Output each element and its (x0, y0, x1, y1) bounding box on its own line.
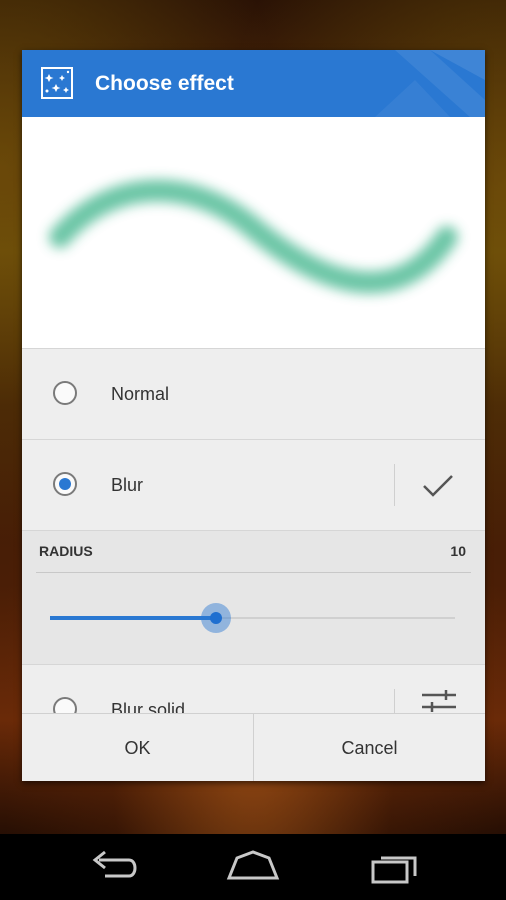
radius-slider[interactable] (50, 603, 455, 633)
effect-label-normal: Normal (111, 384, 170, 404)
effect-preview (22, 117, 485, 348)
effect-row-normal[interactable]: Normal (22, 348, 485, 439)
radius-separator (36, 572, 471, 573)
radio-normal[interactable] (53, 381, 77, 405)
dialog-header: Choose effect (22, 50, 485, 117)
slider-thumb-core (210, 612, 222, 624)
effect-row-blur[interactable]: Blur (22, 439, 485, 530)
dialog-title: Choose effect (95, 72, 234, 95)
effect-label-blur-solid: Blur solid (111, 700, 186, 713)
dialog-buttons: OK Cancel (22, 713, 485, 781)
choose-effect-dialog: Choose effect Normal Blur RADIUS 10 Blur… (22, 50, 485, 781)
effect-label-blur: Blur (111, 475, 144, 495)
slider-fill (50, 616, 216, 620)
slider-thumb[interactable] (201, 603, 231, 633)
row-divider (394, 464, 395, 506)
row-divider (394, 689, 395, 713)
ok-button[interactable]: OK (22, 714, 253, 781)
radius-value: 10 (450, 543, 466, 559)
recents-icon[interactable] (367, 848, 423, 886)
radio-blur-solid[interactable] (53, 697, 77, 713)
radio-blur[interactable] (53, 472, 77, 496)
radius-label: RADIUS (39, 543, 93, 559)
header-pattern-decoration (375, 50, 485, 117)
home-icon[interactable] (225, 848, 281, 886)
back-icon[interactable] (85, 848, 141, 886)
blurred-wave-stroke (49, 179, 458, 294)
navigation-bar (0, 834, 506, 900)
sparkle-effect-icon (41, 67, 73, 99)
sliders-icon[interactable] (420, 687, 458, 713)
check-icon[interactable] (420, 468, 456, 504)
effect-row-blur-solid[interactable]: Blur solid (22, 664, 485, 713)
cancel-button[interactable]: Cancel (254, 714, 485, 781)
radius-settings-panel: RADIUS 10 (22, 530, 485, 664)
effects-list: Normal Blur RADIUS 10 Blur solid (22, 348, 485, 713)
